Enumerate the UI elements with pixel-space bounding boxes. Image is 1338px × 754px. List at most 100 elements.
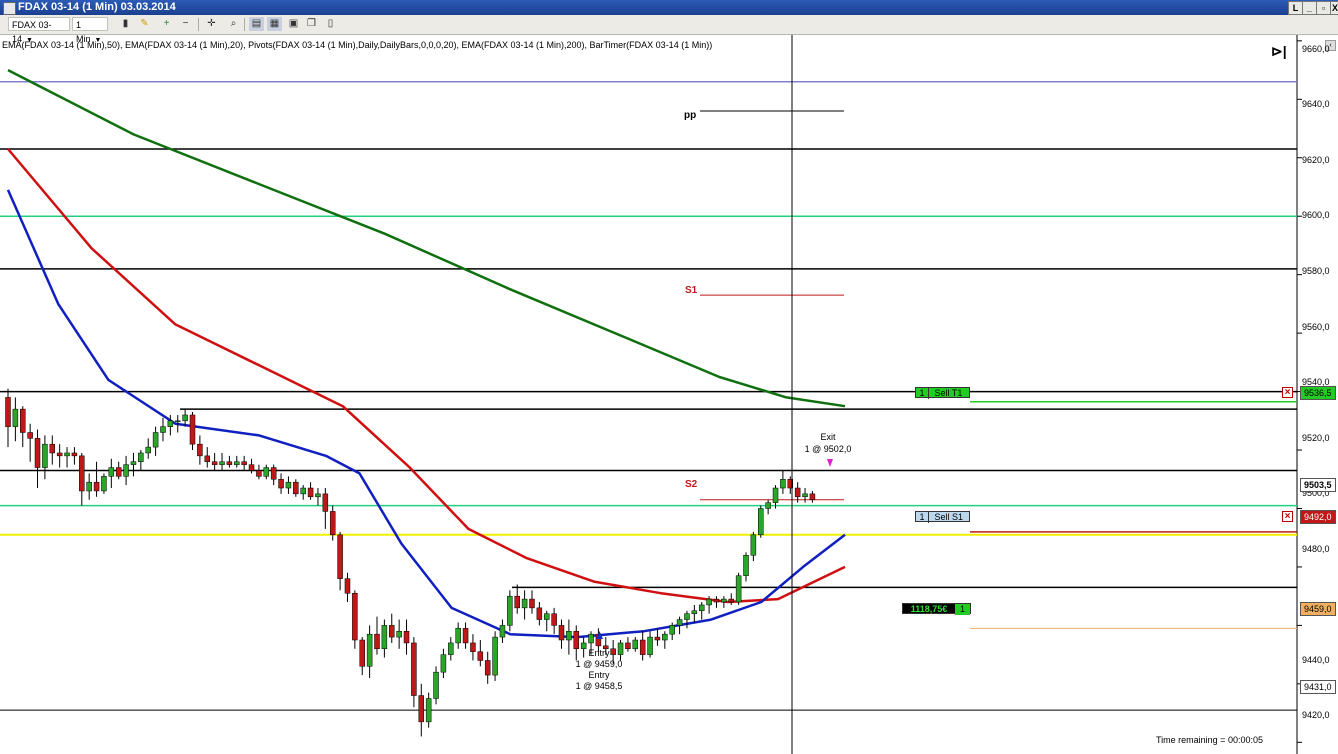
candle-body <box>389 625 394 637</box>
candle-body <box>677 620 682 626</box>
close-button[interactable]: X <box>1330 1 1338 15</box>
candle-body <box>205 456 210 462</box>
low-level-tag: 9431,0 <box>1300 680 1336 694</box>
candle-body <box>175 421 180 422</box>
ema-lines <box>8 70 845 637</box>
zoom-in-icon[interactable]: + <box>159 17 174 31</box>
indicators-icon[interactable]: ▤ <box>249 17 264 31</box>
window-titlebar: FDAX 03-14 (1 Min) 03.03.2014 L _ ▫ X <box>0 0 1338 15</box>
candle-body <box>116 468 121 477</box>
candle-body <box>153 432 158 447</box>
chart-area[interactable]: EMA(FDAX 03-14 (1 Min),50), EMA(FDAX 03-… <box>0 35 1338 754</box>
sell-t1-label: Sell T1 <box>932 388 963 398</box>
candle-body <box>308 488 313 497</box>
candle-body <box>293 482 298 494</box>
candle-body <box>183 415 188 421</box>
price-label: 9520,0 <box>1302 433 1330 443</box>
candle-body <box>256 470 261 476</box>
candle-body <box>544 614 549 620</box>
candle-body <box>485 660 490 675</box>
candle-body <box>559 625 564 640</box>
cancel-t1-close-icon[interactable]: × <box>1282 387 1293 398</box>
candle-body <box>744 555 749 575</box>
sell-t1-order[interactable]: 1 Sell T1 <box>915 387 970 398</box>
properties-icon[interactable]: ▣ <box>286 17 301 31</box>
candle-body <box>699 605 704 611</box>
scroll-to-end-icon[interactable]: ⊳| <box>1271 43 1287 60</box>
candle-body <box>367 634 372 666</box>
candle-body <box>360 640 365 666</box>
minimize-button[interactable]: _ <box>1302 1 1317 15</box>
order-panel-icon[interactable]: ▯ <box>323 17 338 31</box>
pp-label: pp <box>684 110 696 121</box>
candle-body <box>271 468 276 480</box>
chart-toolbar: FDAX 03-14▼ 1 Min▼ ▮ ✎ + − ✛ ⌕ ▤ ▦ ▣ ❐ ▯ <box>0 15 1338 35</box>
candle-body <box>35 438 40 467</box>
sell-s1-qty: 1 <box>916 512 929 523</box>
entry-price-tag: 9459,0 <box>1300 602 1336 616</box>
copy-icon[interactable]: ❐ <box>304 17 319 31</box>
candle-body <box>404 631 409 643</box>
candle-body <box>721 599 726 602</box>
price-label: 9660,0 <box>1302 44 1330 54</box>
entry2-detail: 1 @ 9458,5 <box>571 681 627 691</box>
instrument-selector[interactable]: FDAX 03-14▼ <box>8 17 70 31</box>
candle-body <box>124 465 129 477</box>
candle-body <box>345 579 350 594</box>
price-label: 9580,0 <box>1302 266 1330 276</box>
candle-body <box>220 462 225 465</box>
candle-body <box>670 625 675 634</box>
pnl-value: 1118,75€ <box>903 604 955 615</box>
candle-body <box>463 628 468 643</box>
candle-body <box>566 631 571 640</box>
price-label: 9440,0 <box>1302 655 1330 665</box>
candle-body <box>168 421 173 427</box>
cancel-s1-close-icon[interactable]: × <box>1282 511 1293 522</box>
ema200-line <box>8 70 845 406</box>
candle-body <box>101 476 106 491</box>
candle-body <box>131 462 136 465</box>
candle-body <box>109 468 114 477</box>
strategies-icon[interactable]: ▦ <box>267 17 282 31</box>
candle-body <box>65 453 70 456</box>
candle-body <box>478 652 483 661</box>
candle-body <box>57 453 62 456</box>
candle-body <box>707 599 712 605</box>
price-label: 9620,0 <box>1302 155 1330 165</box>
sell-s1-order[interactable]: 1 Sell S1 <box>915 511 970 522</box>
window-title: FDAX 03-14 (1 Min) 03.03.2014 <box>18 0 176 15</box>
ema20-line <box>8 190 845 637</box>
pencil-icon[interactable]: ✎ <box>137 17 152 31</box>
price-chart[interactable] <box>0 35 1338 754</box>
candle-body <box>803 494 808 497</box>
candle-body <box>684 614 689 620</box>
bar-type-icon[interactable]: ▮ <box>118 17 133 31</box>
magnifier-icon[interactable]: ⌕ <box>226 17 241 31</box>
entry2-title: Entry <box>571 670 627 680</box>
restore-button[interactable]: ▫ <box>1316 1 1331 15</box>
candle-body <box>286 482 291 488</box>
interval-selector[interactable]: 1 Min▼ <box>72 17 108 31</box>
zoom-out-icon[interactable]: − <box>178 17 193 31</box>
price-label: 9420,0 <box>1302 710 1330 720</box>
candle-body <box>382 625 387 648</box>
position-pnl[interactable]: 1118,75€1 <box>902 603 971 614</box>
indicator-legend: EMA(FDAX 03-14 (1 Min),50), EMA(FDAX 03-… <box>2 40 712 50</box>
pivot-levels <box>0 82 1297 710</box>
candle-body <box>197 444 202 456</box>
candle-body <box>529 599 534 608</box>
l-button[interactable]: L <box>1288 1 1303 15</box>
candle-body <box>315 494 320 497</box>
candle-body <box>795 488 800 497</box>
candle-body <box>79 456 84 491</box>
candle-body <box>397 631 402 637</box>
candle-body <box>692 611 697 614</box>
crosshair-icon[interactable]: ✛ <box>204 17 219 31</box>
candle-body <box>138 453 143 462</box>
candle-body <box>264 468 269 477</box>
candles <box>6 389 815 737</box>
candle-body <box>94 482 99 491</box>
candle-body <box>766 503 771 509</box>
toolbar-divider <box>244 18 245 31</box>
candle-body <box>500 625 505 637</box>
